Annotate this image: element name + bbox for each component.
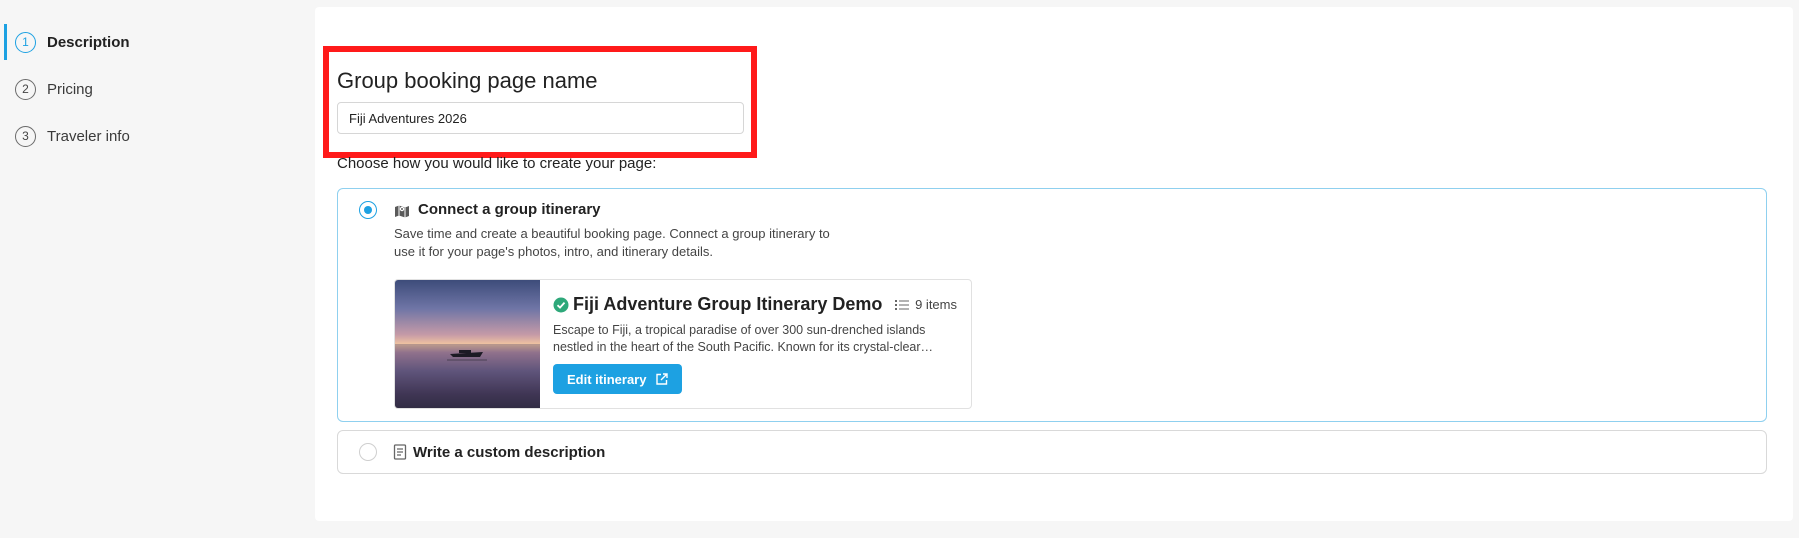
step-pricing[interactable]: 2 Pricing (4, 71, 304, 107)
step-number: 3 (15, 125, 36, 147)
items-count-label: 9 items (915, 297, 957, 312)
choose-method-label: Choose how you would like to create your… (337, 155, 657, 172)
step-label: Description (47, 33, 130, 51)
option-custom-description[interactable]: Write a custom description (337, 430, 1767, 474)
itinerary-description: Escape to Fiji, a tropical paradise of o… (553, 323, 934, 354)
custom-title: Write a custom description (413, 444, 606, 461)
connect-radio[interactable] (359, 201, 377, 219)
steps-sidebar: 1 Description 2 Pricing 3 Traveler info (0, 0, 312, 538)
document-icon (393, 444, 409, 460)
itinerary-title[interactable]: Fiji Adventure Group Itinerary Demo (573, 294, 882, 315)
itinerary-photo (395, 280, 540, 408)
items-count: 9 items (895, 297, 957, 312)
option-connect-itinerary[interactable]: Connect a group itinerary Save time and … (337, 188, 1767, 422)
edit-itinerary-label: Edit itinerary (567, 371, 647, 387)
list-icon (895, 299, 910, 310)
step-number: 2 (15, 78, 36, 100)
page-name-heading: Group booking page name (337, 68, 598, 93)
connect-title: Connect a group itinerary (418, 201, 601, 218)
connect-description: Save time and create a beautiful booking… (394, 226, 830, 259)
step-label: Traveler info (47, 127, 130, 145)
verified-check-icon (553, 297, 569, 313)
main-panel: Group booking page name Choose how you w… (315, 7, 1793, 521)
step-traveler-info[interactable]: 3 Traveler info (4, 118, 304, 154)
map-icon (394, 203, 410, 219)
edit-itinerary-button[interactable]: Edit itinerary (553, 364, 683, 394)
custom-radio[interactable] (359, 443, 377, 461)
itinerary-card: Fiji Adventure Group Itinerary Demo 9 it… (394, 279, 972, 409)
step-description[interactable]: 1 Description (4, 24, 304, 60)
page-name-input[interactable] (337, 102, 744, 134)
external-link-icon (656, 372, 669, 385)
step-number: 1 (15, 31, 36, 53)
step-label: Pricing (47, 80, 93, 98)
